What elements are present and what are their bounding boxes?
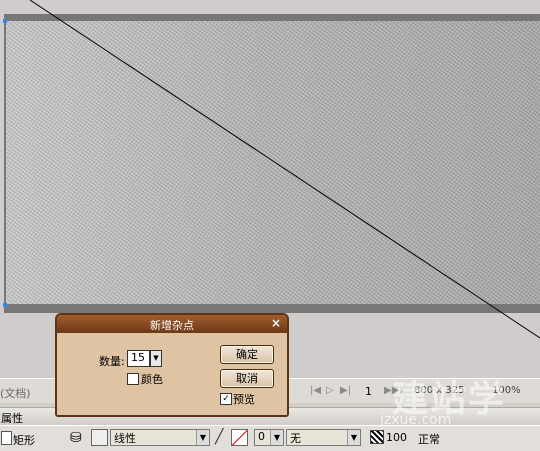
pencil-icon: ╱ <box>215 429 224 445</box>
quantity-label: 数量: <box>99 355 125 368</box>
selection-handle[interactable] <box>3 303 7 307</box>
stroke-width-select[interactable]: 0 ▼ <box>254 429 284 446</box>
nav-play-icon[interactable]: ▷ <box>326 385 334 396</box>
blend-mode[interactable]: 正常 <box>418 431 440 447</box>
panel-title: 属性 <box>1 412 23 425</box>
dialog-title: 新增杂点 <box>150 319 194 332</box>
quantity-input[interactable]: 15 <box>127 350 150 367</box>
preview-label: 预览 <box>233 393 255 406</box>
fill-type-value: 线性 <box>114 432 136 445</box>
close-icon[interactable]: × <box>271 316 281 330</box>
noise-rectangle[interactable] <box>6 21 540 304</box>
chevron-down-icon: ▼ <box>270 430 283 445</box>
preview-checkbox[interactable]: ✓ <box>220 393 232 405</box>
selection-handle[interactable] <box>3 19 7 23</box>
ok-button[interactable]: 确定 <box>220 345 274 364</box>
document-label: (文档) <box>0 387 31 400</box>
nav-first-icon[interactable]: |◀ <box>310 385 321 396</box>
fill-color-swatch[interactable] <box>91 429 108 446</box>
canvas-size: 800 x 325 <box>414 385 465 396</box>
color-checkbox[interactable] <box>127 373 139 385</box>
dialog-body: 数量: 15 ▼ 颜色 确定 取消 ✓ 预览 <box>57 333 287 415</box>
zoom-level[interactable]: 100% <box>492 385 521 396</box>
nav-next-icon[interactable]: ▶| <box>340 385 351 396</box>
stroke-style-select[interactable]: 无 ▼ <box>286 429 361 446</box>
shape-name: 矩形 <box>13 434 35 447</box>
cancel-button[interactable]: 取消 <box>220 369 274 388</box>
add-noise-dialog: 新增杂点 × 数量: 15 ▼ 颜色 确定 取消 ✓ 预览 <box>55 313 289 417</box>
color-label: 颜色 <box>141 373 163 386</box>
opacity-value[interactable]: 100 <box>386 431 407 444</box>
nav-last-icon[interactable]: ▶▶| <box>384 385 403 396</box>
rectangle-icon <box>1 431 12 445</box>
properties-bar: 矩形 ⛁ 线性 ▼ ╱ 0 ▼ 无 ▼ 100 正常 <box>0 425 540 451</box>
stroke-style-value: 无 <box>290 432 301 445</box>
chevron-down-icon: ▼ <box>196 430 209 445</box>
quantity-value: 15 <box>131 351 145 364</box>
quantity-slider-button[interactable]: ▼ <box>150 350 162 367</box>
stroke-color-swatch[interactable] <box>231 429 248 446</box>
page-number: 1 <box>365 385 372 398</box>
stroke-width-value: 0 <box>258 430 265 443</box>
paint-bucket-icon: ⛁ <box>70 430 82 446</box>
fill-type-select[interactable]: 线性 ▼ <box>110 429 210 446</box>
opacity-icon <box>370 430 384 444</box>
chevron-down-icon: ▼ <box>347 430 360 445</box>
dialog-titlebar[interactable]: 新增杂点 × <box>57 315 287 333</box>
